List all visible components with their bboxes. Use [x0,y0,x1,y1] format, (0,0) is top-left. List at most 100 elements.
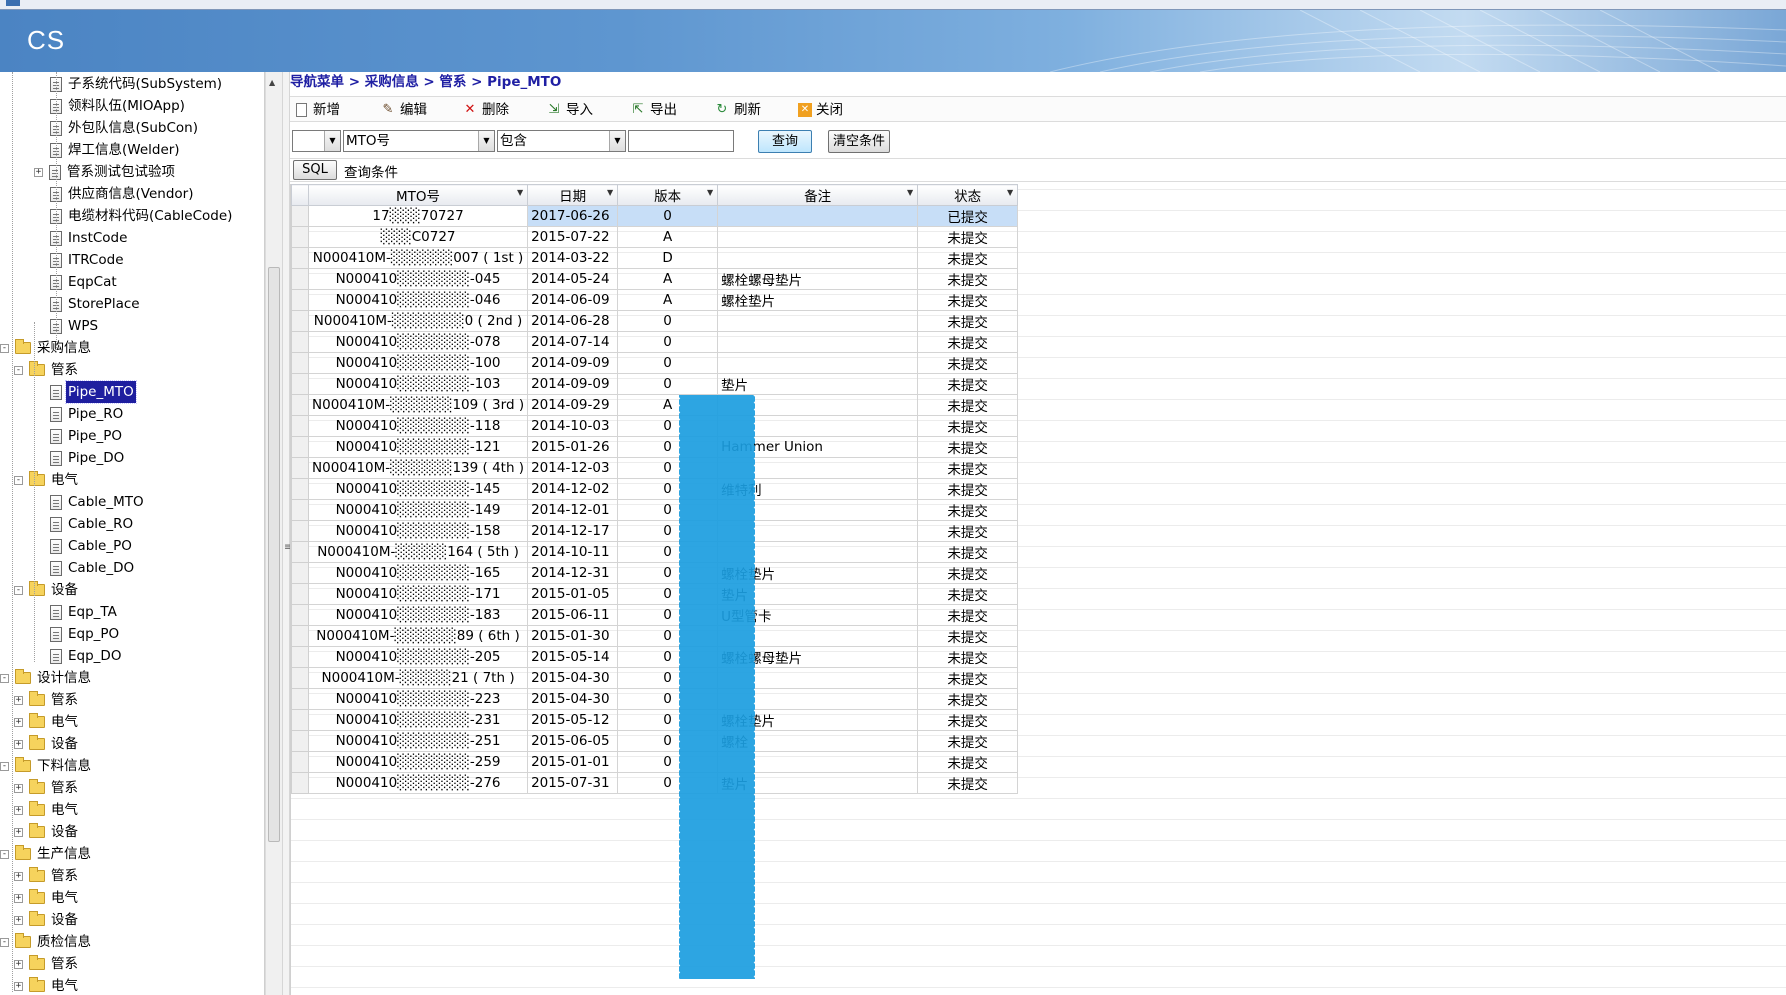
tree-item[interactable]: + 管系 [14,953,80,975]
tree-item[interactable]: Cable_PO [50,535,134,557]
cell-date[interactable]: 2014-12-01 [527,499,619,521]
cell-mto-no[interactable]: N000410░░░░░░░-078 [307,331,529,353]
row-header[interactable] [291,604,309,626]
cell-version[interactable]: A [617,226,719,248]
cell-mto-no[interactable]: N000410░░░░░░░-149 [307,499,529,521]
operator-select[interactable]: 包含 ▼ [497,130,626,152]
row-header[interactable] [291,541,309,563]
cell-date[interactable]: 2015-01-05 [527,583,619,605]
cell-mto-no[interactable]: N000410░░░░░░░-251 [307,730,529,752]
table-row[interactable]: N000410░░░░░░░-045 2014-05-24 A 螺栓螺母垫片 未提交 [291,268,1019,290]
cell-mto-no[interactable]: N000410░░░░░░░-276 [307,772,529,794]
cell-date[interactable]: 2015-06-11 [527,604,619,626]
tree-item[interactable]: Pipe_MTO [50,380,137,404]
column-filter-icon[interactable]: ▼ [607,188,613,197]
cell-mto-no[interactable]: N000410M-░░░░░164 ( 5th ) [307,541,529,563]
tree-item[interactable]: - 电气 [14,469,80,491]
table-row[interactable]: N000410░░░░░░░-171 2015-01-05 0 垫片 未提交 [291,583,1019,605]
table-row[interactable]: N000410M-░░░░░21 ( 7th ) 2015-04-30 0 未提交 [291,667,1019,689]
tree-item[interactable]: - 设计信息 [0,667,93,689]
tree-item[interactable]: - 生产信息 [0,843,93,865]
query-button[interactable]: 查询 [758,130,812,153]
cell-remark[interactable]: 螺栓垫片 [717,289,919,311]
table-row[interactable]: N000410░░░░░░░-100 2014-09-09 0 未提交 [291,352,1019,374]
pane-splitter[interactable]: ≡ [282,72,292,995]
cell-status[interactable]: 未提交 [917,268,1019,290]
collapse-icon[interactable]: - [14,365,23,375]
table-row[interactable]: N000410░░░░░░░-145 2014-12-02 0 维特利 未提交 [291,478,1019,500]
cell-date[interactable]: 2015-05-14 [527,646,619,668]
collapse-icon[interactable]: - [0,343,9,353]
expand-icon[interactable]: + [14,739,23,749]
cell-date[interactable]: 2014-12-03 [527,457,619,479]
cell-date[interactable]: 2014-12-31 [527,562,619,584]
tree-item[interactable]: 子系统代码(SubSystem) [50,73,224,95]
edit-button[interactable]: ✎ 编辑 [380,101,427,119]
row-header[interactable] [291,331,309,353]
tree-item[interactable]: + 电气 [14,887,80,909]
collapse-icon[interactable]: - [0,761,9,771]
scroll-up-arrow-icon[interactable]: ▲ [269,78,275,87]
cell-date[interactable]: 2015-05-12 [527,709,619,731]
tree-item[interactable]: + 管系 [14,865,80,887]
cell-remark[interactable] [717,310,919,332]
cell-status[interactable]: 未提交 [917,625,1019,647]
row-header[interactable] [291,352,309,374]
column-header-mto[interactable]: MTO号 ▼ [307,184,529,206]
expand-icon[interactable]: + [14,871,23,881]
row-header[interactable] [291,583,309,605]
table-row[interactable]: N000410░░░░░░░-078 2014-07-14 0 未提交 [291,331,1019,353]
row-header[interactable] [291,730,309,752]
table-row[interactable]: N000410░░░░░░░-149 2014-12-01 0 未提交 [291,499,1019,521]
tree-item[interactable]: Cable_MTO [50,491,146,513]
cell-status[interactable]: 未提交 [917,709,1019,731]
cell-status[interactable]: 已提交 [917,205,1019,227]
row-header[interactable] [291,226,309,248]
row-header[interactable] [291,688,309,710]
tree-item[interactable]: 外包队信息(SubCon) [50,117,200,139]
row-header[interactable] [291,436,309,458]
add-button[interactable]: 新增 [296,101,340,119]
table-row[interactable]: N000410M-░░░░░░139 ( 4th ) 2014-12-03 0 未提交 [291,457,1019,479]
cell-status[interactable]: 未提交 [917,415,1019,437]
table-row[interactable]: N000410░░░░░░░-046 2014-06-09 A 螺栓垫片 未提交 [291,289,1019,311]
table-row[interactable]: N000410░░░░░░░-223 2015-04-30 0 未提交 [291,688,1019,710]
table-row[interactable]: 17░░░70727 2017-06-26 0 已提交 [291,205,1019,227]
tree-item[interactable]: Eqp_TA [50,601,119,623]
close-button[interactable]: ✕ 关闭 [798,101,843,119]
tree-item[interactable]: - 下料信息 [0,755,93,777]
tree-item[interactable]: + 管系 [14,689,80,711]
row-header[interactable] [291,499,309,521]
cell-date[interactable]: 2014-10-11 [527,541,619,563]
tree-item[interactable]: + 管系 [14,777,80,799]
table-row[interactable]: N000410M-░░░░░░░0 ( 2nd ) 2014-06-28 0 未提交 [291,310,1019,332]
cell-mto-no[interactable]: N000410░░░░░░░-165 [307,562,529,584]
cell-mto-no[interactable]: N000410░░░░░░░-046 [307,289,529,311]
cell-date[interactable]: 2015-07-22 [527,226,619,248]
table-row[interactable]: N000410M-░░░░░164 ( 5th ) 2014-10-11 0 未提交 [291,541,1019,563]
cell-date[interactable]: 2014-03-22 [527,247,619,269]
cell-status[interactable]: 未提交 [917,478,1019,500]
cell-mto-no[interactable]: N000410░░░░░░░-259 [307,751,529,773]
cell-status[interactable]: 未提交 [917,520,1019,542]
cell-date[interactable]: 2014-10-03 [527,415,619,437]
expand-icon[interactable]: + [14,827,23,837]
cell-mto-no[interactable]: N000410M-░░░░░░007 ( 1st ) [307,247,529,269]
table-row[interactable]: N000410░░░░░░░-231 2015-05-12 0 螺栓垫片 未提交 [291,709,1019,731]
cell-date[interactable]: 2015-07-31 [527,772,619,794]
tree-item[interactable]: Pipe_RO [50,403,125,425]
cell-remark[interactable] [717,205,919,227]
cell-date[interactable]: 2015-06-05 [527,730,619,752]
row-header[interactable] [291,247,309,269]
field-select[interactable]: MTO号 ▼ [343,130,495,152]
tree-item[interactable]: WPS [50,315,100,337]
cell-version[interactable]: 0 [617,205,719,227]
row-header[interactable] [291,289,309,311]
cell-remark[interactable] [717,331,919,353]
cell-status[interactable]: 未提交 [917,604,1019,626]
expand-icon[interactable]: + [14,783,23,793]
cell-date[interactable]: 2014-09-09 [527,352,619,374]
cell-remark[interactable] [717,226,919,248]
cell-date[interactable]: 2014-12-17 [527,520,619,542]
row-header[interactable] [291,646,309,668]
